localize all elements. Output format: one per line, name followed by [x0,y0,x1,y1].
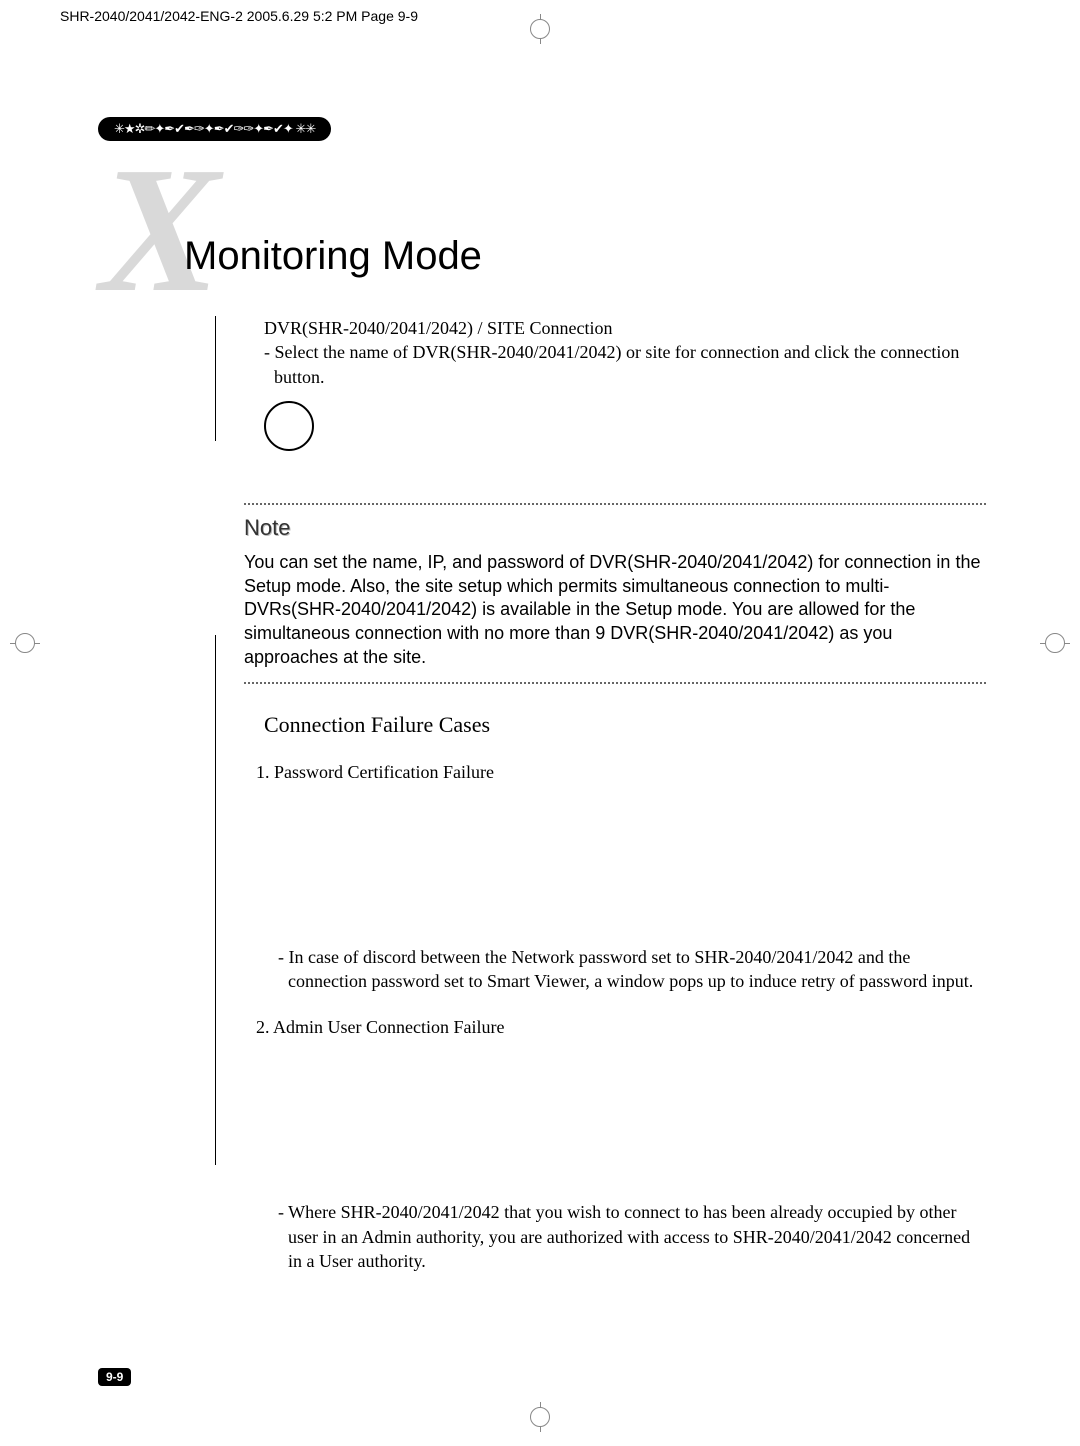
page-number: 9-9 [98,1368,131,1386]
page-imprint: SHR-2040/2041/2042-ENG-2 2005.6.29 5:2 P… [60,8,418,24]
list-item-1-explanation: - In case of discord between the Network… [278,945,986,994]
crop-mark-bottom [525,1402,555,1432]
intro-section: DVR(SHR-2040/2041/2042) / SITE Connectio… [216,316,986,389]
section-heading: Connection Failure Cases [264,712,986,738]
intro-line-1: DVR(SHR-2040/2041/2042) / SITE Connectio… [264,316,986,340]
crop-mark-top [525,14,555,44]
intro-line-2: - Select the name of DVR(SHR-2040/2041/2… [264,340,986,389]
crop-mark-left [10,628,40,658]
note-body: You can set the name, IP, and password o… [244,551,986,670]
chapter-letter: X [100,140,220,320]
list-item-2: 2. Admin User Connection Failure [256,1017,986,1038]
content-area: DVR(SHR-2040/2041/2042) / SITE Connectio… [216,316,986,1273]
dotted-divider [244,682,986,684]
circle-icon [264,401,314,451]
crop-mark-right [1040,628,1070,658]
list-item-1: 1. Password Certification Failure [256,762,986,783]
image-placeholder [216,783,986,923]
note-title: Note [244,515,986,541]
chapter-title: Monitoring Mode [184,234,482,279]
image-placeholder [216,1038,986,1178]
note-section: Note You can set the name, IP, and passw… [244,505,986,682]
list-item-2-explanation: - Where SHR-2040/2041/2042 that you wish… [278,1200,986,1273]
